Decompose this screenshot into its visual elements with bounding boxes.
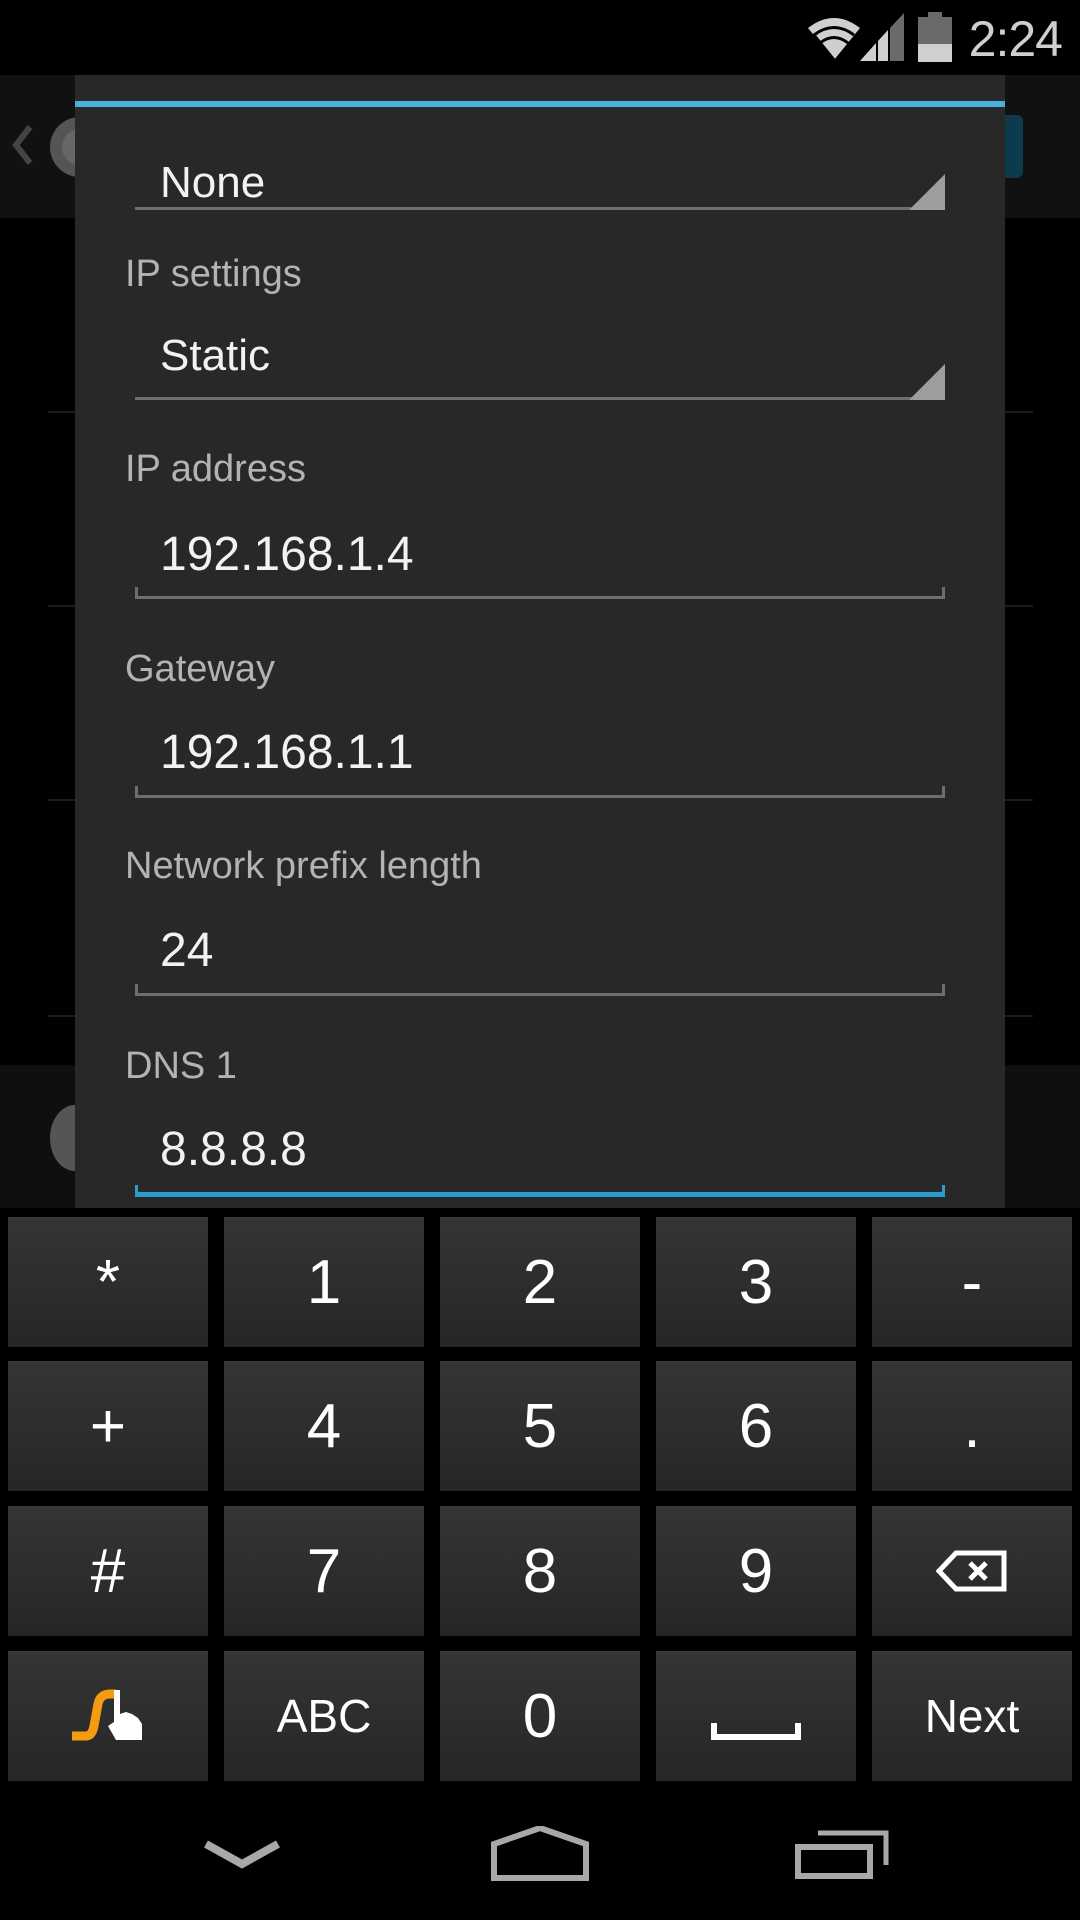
key-label: 9: [738, 1536, 774, 1606]
dropdown-triangle-icon: [909, 174, 945, 210]
ip-address-label: IP address: [125, 448, 306, 490]
gateway-label: Gateway: [125, 648, 275, 690]
input-underline: [135, 587, 945, 599]
hide-keyboard-button[interactable]: [142, 1788, 342, 1920]
gateway-value: 192.168.1.1: [160, 726, 414, 779]
dns1-label: DNS 1: [125, 1045, 237, 1087]
spinner-underline: [135, 397, 945, 400]
key-1[interactable]: 1: [224, 1217, 424, 1347]
key-label: 2: [522, 1247, 558, 1317]
key-5[interactable]: 5: [440, 1361, 640, 1491]
key-4[interactable]: 4: [224, 1361, 424, 1491]
key-label: 8: [522, 1536, 558, 1606]
key-0[interactable]: 0: [440, 1651, 640, 1781]
ip-settings-spinner[interactable]: Static: [75, 305, 1005, 405]
key-7[interactable]: 7: [224, 1506, 424, 1636]
battery-icon: [918, 12, 952, 62]
proxy-spinner[interactable]: None: [75, 130, 1005, 210]
key-label: *: [95, 1247, 121, 1317]
ip-address-value: 192.168.1.4: [160, 528, 414, 581]
ip-settings-value: Static: [160, 331, 271, 380]
input-underline: [135, 984, 945, 996]
key-label: ABC: [276, 1690, 372, 1742]
key-8[interactable]: 8: [440, 1506, 640, 1636]
key-label: 7: [306, 1536, 342, 1606]
key-label: Next: [924, 1690, 1020, 1742]
prefix-length-label: Network prefix length: [125, 845, 482, 887]
backspace-icon: [936, 1550, 1008, 1592]
background-action-button: [1005, 115, 1023, 178]
key-label: .: [963, 1391, 981, 1461]
key-period[interactable]: .: [872, 1361, 1072, 1491]
home-icon: [491, 1826, 589, 1881]
prefix-length-input[interactable]: 24: [75, 913, 1005, 1003]
key-swype[interactable]: [8, 1651, 208, 1781]
key-next[interactable]: Next: [872, 1651, 1072, 1781]
gateway-input[interactable]: 192.168.1.1: [75, 715, 1005, 805]
key-asterisk[interactable]: *: [8, 1217, 208, 1347]
key-abc[interactable]: ABC: [224, 1651, 424, 1781]
space-bar-icon: [711, 1721, 801, 1741]
recent-apps-button[interactable]: [742, 1788, 942, 1920]
key-label: 0: [522, 1681, 558, 1751]
key-label: 5: [522, 1391, 558, 1461]
dropdown-triangle-icon: [909, 364, 945, 400]
key-space[interactable]: [656, 1651, 856, 1781]
spinner-underline: [135, 207, 945, 210]
navigation-bar: [0, 1788, 1080, 1920]
key-label: 3: [738, 1247, 774, 1317]
ip-settings-label: IP settings: [125, 253, 302, 295]
home-button[interactable]: [440, 1788, 640, 1920]
key-label: +: [89, 1391, 127, 1461]
key-6[interactable]: 6: [656, 1361, 856, 1491]
swype-icon: [68, 1686, 148, 1746]
proxy-spinner-value: None: [160, 158, 266, 207]
dns1-value: 8.8.8.8: [160, 1123, 307, 1176]
key-label: 4: [306, 1391, 342, 1461]
dns1-input[interactable]: 8.8.8.8: [75, 1113, 1005, 1203]
wifi-config-dialog: None IP settings Static IP address 192.1…: [75, 75, 1005, 1208]
numeric-keyboard: * 1 2 3 - +4 5 6. #7 8 9 ABC 0 Next: [0, 1208, 1080, 1788]
clock: 2:24: [968, 11, 1063, 67]
key-label: 6: [738, 1391, 774, 1461]
cell-signal-icon: [860, 13, 904, 61]
recent-apps-icon: [795, 1830, 889, 1879]
input-underline: [135, 786, 945, 798]
key-9[interactable]: 9: [656, 1506, 856, 1636]
key-backspace[interactable]: [872, 1506, 1072, 1636]
key-plus[interactable]: +: [8, 1361, 208, 1491]
prefix-length-value: 24: [160, 924, 214, 977]
hide-keyboard-icon: [204, 1840, 280, 1869]
key-label: 1: [306, 1247, 342, 1317]
key-minus[interactable]: -: [872, 1217, 1072, 1347]
back-chevron-icon: [12, 125, 33, 165]
status-bar: 2:24: [0, 0, 1080, 75]
ip-address-input[interactable]: 192.168.1.4: [75, 515, 1005, 605]
key-2[interactable]: 2: [440, 1217, 640, 1347]
key-label: #: [90, 1536, 126, 1606]
key-label: -: [961, 1247, 983, 1317]
key-hash[interactable]: #: [8, 1506, 208, 1636]
dialog-accent-line: [75, 101, 1005, 107]
key-3[interactable]: 3: [656, 1217, 856, 1347]
wifi-icon: [808, 18, 860, 61]
input-underline-focused: [135, 1185, 945, 1197]
